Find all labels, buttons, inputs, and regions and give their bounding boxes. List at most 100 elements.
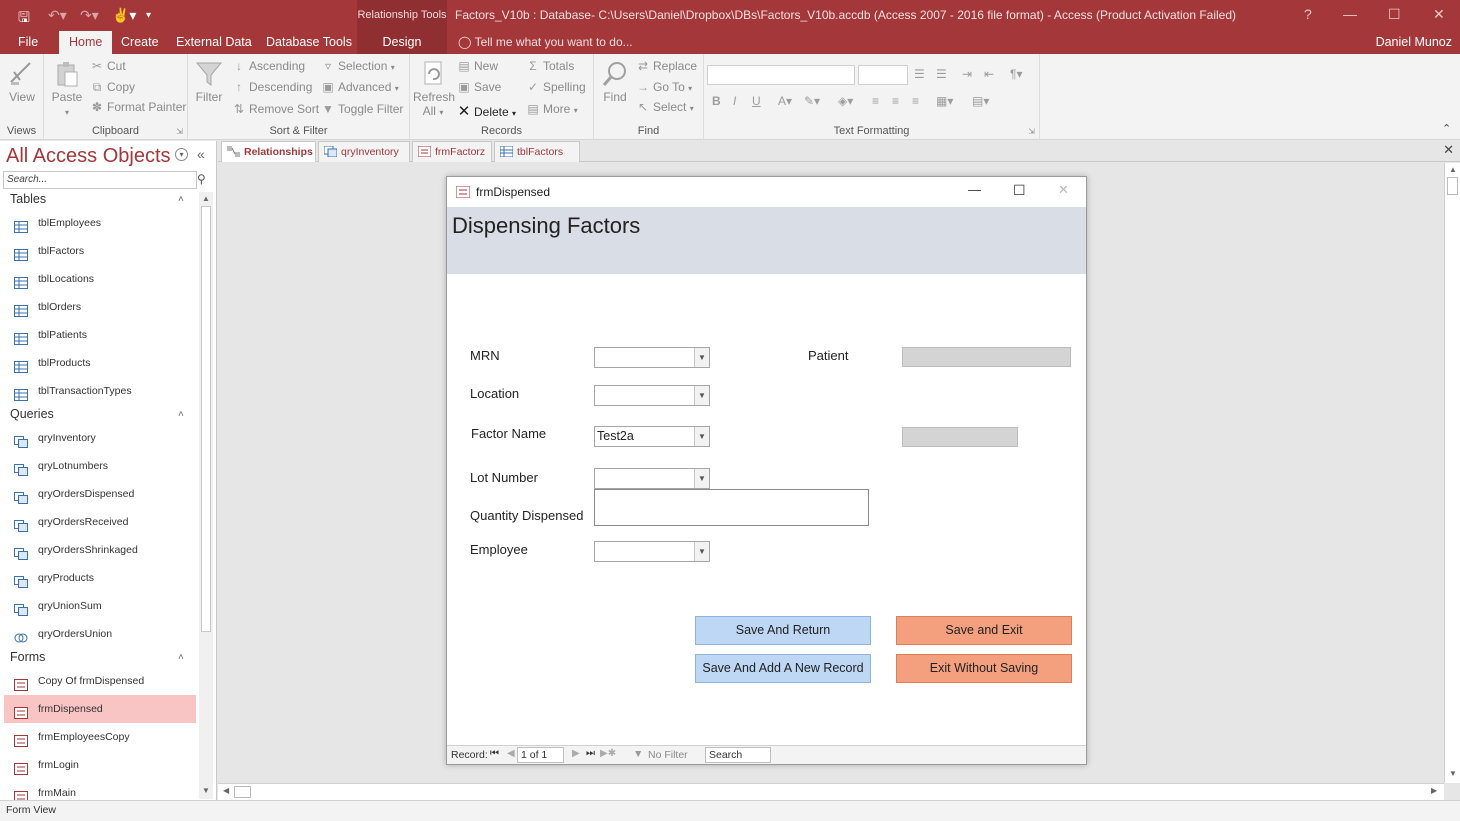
nav-item-qryordersshrinkaged[interactable]: qryOrdersShrinkaged bbox=[4, 536, 196, 564]
font-size-select[interactable] bbox=[858, 65, 908, 85]
current-record-input[interactable]: 1 of 1 bbox=[517, 747, 564, 763]
italic-icon[interactable]: I bbox=[733, 94, 736, 108]
search-icon[interactable]: ⚲ bbox=[197, 172, 206, 186]
gridlines-icon[interactable]: ▤▾ bbox=[972, 94, 989, 108]
filter-button[interactable]: Filter bbox=[192, 60, 226, 104]
nav-item-tbllocations[interactable]: tblLocations bbox=[4, 265, 196, 293]
scroll-right-icon[interactable]: ▶ bbox=[1431, 786, 1437, 795]
exit-without-saving-button[interactable]: Exit Without Saving bbox=[896, 654, 1072, 683]
first-record-icon[interactable]: ⏮ bbox=[490, 748, 499, 759]
maximize-icon[interactable]: ☐ bbox=[1013, 182, 1026, 199]
new-record-icon[interactable]: ▶✱ bbox=[600, 748, 616, 759]
spelling-button[interactable]: ✓ Spelling bbox=[526, 80, 586, 94]
next-record-icon[interactable]: ▶ bbox=[572, 748, 580, 759]
tab-design[interactable]: Design bbox=[357, 31, 447, 54]
collapse-section-icon[interactable]: ˄ bbox=[178, 409, 184, 420]
font-name-select[interactable] bbox=[707, 65, 855, 85]
doctab-frmfactorz[interactable]: frmFactorz bbox=[412, 141, 492, 162]
new-record-button[interactable]: ▤ New bbox=[457, 59, 498, 73]
nav-item-tblemployees[interactable]: tblEmployees bbox=[4, 209, 196, 237]
more-button[interactable]: ▤ More ▾ bbox=[526, 102, 577, 116]
totals-button[interactable]: Σ Totals bbox=[526, 59, 574, 73]
replace-button[interactable]: ⇄ Replace bbox=[636, 59, 697, 73]
touch-mode-icon[interactable]: ✌▾ bbox=[112, 7, 136, 24]
help-button[interactable]: ? bbox=[1304, 6, 1312, 22]
close-icon[interactable]: ✕ bbox=[1433, 6, 1445, 23]
nav-scrollbar-thumb[interactable] bbox=[201, 206, 211, 632]
remove-sort-button[interactable]: ⇅ Remove Sort bbox=[232, 102, 319, 116]
bold-icon[interactable]: B bbox=[712, 94, 721, 108]
nav-item-qryproducts[interactable]: qryProducts bbox=[4, 564, 196, 592]
last-record-icon[interactable]: ⏭ bbox=[586, 748, 595, 759]
collapse-section-icon[interactable]: ˄ bbox=[178, 652, 184, 663]
close-icon[interactable]: ✕ bbox=[1058, 182, 1069, 198]
text-formatting-launcher-icon[interactable]: ⇲ bbox=[1028, 127, 1035, 136]
save-and-return-button[interactable]: Save And Return bbox=[695, 616, 871, 645]
tab-file[interactable]: File bbox=[8, 31, 48, 54]
mrn-combo[interactable]: ▼ bbox=[594, 347, 710, 368]
copy-button[interactable]: ⧉ Copy bbox=[90, 80, 135, 95]
nav-item-tbltransactiontypes[interactable]: tblTransactionTypes bbox=[4, 377, 196, 405]
toggle-filter-button[interactable]: ▼ Toggle Filter bbox=[321, 102, 403, 116]
scroll-up-icon[interactable]: ▲ bbox=[202, 194, 210, 203]
user-name[interactable]: Daniel Munoz bbox=[1376, 31, 1452, 54]
bullets-icon[interactable]: ☰ bbox=[914, 67, 925, 81]
nav-item-tblfactors[interactable]: tblFactors bbox=[4, 237, 196, 265]
indent-decrease-icon[interactable]: ⇤ bbox=[984, 67, 994, 81]
nav-item-frmlogin[interactable]: frmLogin bbox=[4, 751, 196, 779]
nav-pane-title[interactable]: All Access Objects bbox=[6, 145, 171, 168]
minimize-icon[interactable]: — bbox=[1343, 6, 1357, 22]
scroll-left-icon[interactable]: ◀ bbox=[223, 786, 229, 795]
save-and-exit-button[interactable]: Save and Exit bbox=[896, 616, 1072, 645]
no-filter-indicator[interactable]: No Filter bbox=[648, 749, 688, 761]
restore-icon[interactable]: ☐ bbox=[1388, 6, 1401, 23]
minimize-icon[interactable]: — bbox=[968, 182, 981, 197]
save-icon[interactable]: 🖫 bbox=[18, 7, 30, 31]
doctab-tblfactors[interactable]: tblFactors bbox=[494, 141, 580, 162]
align-right-icon[interactable]: ≡ bbox=[912, 94, 919, 108]
nav-item-qryordersreceived[interactable]: qryOrdersReceived bbox=[4, 508, 196, 536]
delete-record-button[interactable]: ✕ Delete ▾ bbox=[457, 102, 516, 120]
nav-item-tblproducts[interactable]: tblProducts bbox=[4, 349, 196, 377]
chevron-down-icon[interactable]: ▼ bbox=[694, 542, 709, 561]
chevron-down-icon[interactable]: ▼ bbox=[694, 427, 709, 446]
nav-item-qryinventory[interactable]: qryInventory bbox=[4, 424, 196, 452]
selection-button[interactable]: ▿ Selection ▾ bbox=[321, 59, 395, 73]
ascending-button[interactable]: ↓ Ascending bbox=[232, 59, 305, 73]
cut-button[interactable]: ✂ Cut bbox=[90, 59, 126, 73]
paste-dropdown-icon[interactable]: ▾ bbox=[65, 108, 69, 117]
lot-number-combo[interactable]: ▼ bbox=[594, 468, 710, 489]
nav-search-input[interactable]: Search... bbox=[3, 171, 197, 189]
scroll-up-icon[interactable]: ▲ bbox=[1449, 165, 1457, 174]
vertical-scroll-thumb[interactable] bbox=[1447, 177, 1458, 195]
highlight-icon[interactable]: ✎▾ bbox=[804, 94, 820, 108]
customize-qat-icon[interactable]: ▾ bbox=[146, 10, 151, 21]
quantity-input[interactable] bbox=[594, 489, 869, 526]
paragraph-direction-icon[interactable]: ¶▾ bbox=[1010, 67, 1022, 81]
factor-name-combo[interactable]: Test2a ▼ bbox=[594, 426, 710, 447]
work-vertical-scrollbar[interactable]: ▲ ▼ bbox=[1444, 163, 1460, 783]
paste-button[interactable]: Paste ▾ bbox=[50, 60, 84, 118]
employee-combo[interactable]: ▼ bbox=[594, 541, 710, 562]
advanced-button[interactable]: ▣ Advanced ▾ bbox=[321, 80, 398, 94]
nav-item-frmdispensed[interactable]: frmDispensed bbox=[4, 695, 196, 723]
collapse-section-icon[interactable]: ˄ bbox=[178, 194, 184, 205]
descending-button[interactable]: ↑ Descending bbox=[232, 80, 312, 94]
nav-section-forms[interactable]: Forms bbox=[10, 650, 45, 664]
format-painter-button[interactable]: ✽ Format Painter bbox=[90, 100, 186, 114]
nav-menu-dropdown-icon[interactable]: ▾ bbox=[175, 148, 188, 161]
nav-item-qryordersunion[interactable]: qryOrdersUnion bbox=[4, 620, 196, 648]
scroll-down-icon[interactable]: ▼ bbox=[1449, 769, 1457, 778]
work-horizontal-scrollbar[interactable]: ◀ ▶ bbox=[218, 783, 1444, 800]
nav-section-tables[interactable]: Tables bbox=[10, 192, 46, 206]
undo-icon[interactable]: ↶▾ bbox=[48, 7, 67, 24]
view-button[interactable]: View bbox=[6, 60, 38, 104]
doctab-qryinventory[interactable]: qryInventory bbox=[318, 141, 410, 162]
refresh-all-button[interactable]: Refresh All ▾ bbox=[413, 60, 455, 118]
nav-item-frmemployeescopy[interactable]: frmEmployeesCopy bbox=[4, 723, 196, 751]
background-color-icon[interactable]: ◈▾ bbox=[838, 94, 853, 108]
redo-icon[interactable]: ↷▾ bbox=[80, 7, 99, 24]
tab-external-data[interactable]: External Data bbox=[166, 31, 262, 54]
goto-button[interactable]: → Go To ▾ bbox=[636, 80, 692, 94]
collapse-ribbon-icon[interactable]: ⌃ bbox=[1442, 122, 1451, 135]
